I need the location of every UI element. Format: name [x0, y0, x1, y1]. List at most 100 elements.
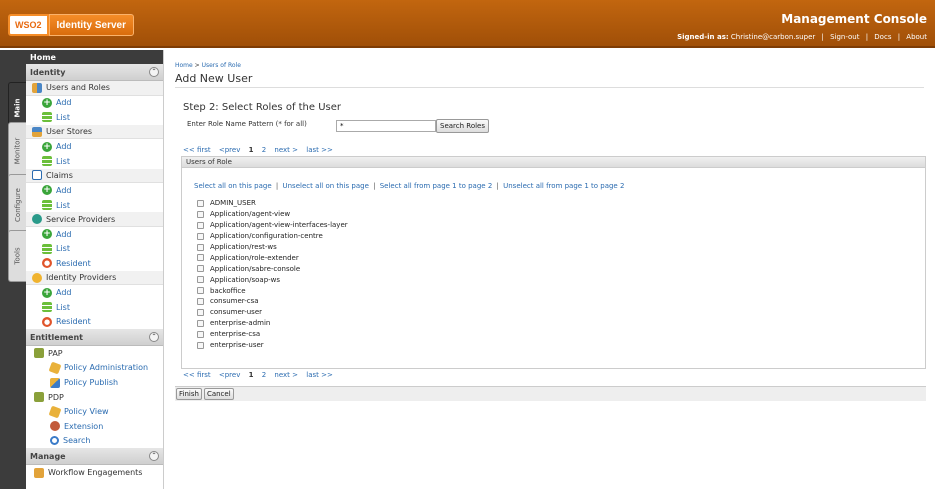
sidebar-item-label: List	[56, 112, 70, 122]
role-item[interactable]: enterprise-user	[197, 340, 348, 351]
role-item[interactable]: consumer-user	[197, 307, 348, 318]
sidebar-item-idp-list[interactable]: List	[26, 300, 163, 315]
role-checkbox[interactable]	[197, 297, 204, 305]
product-logo[interactable]: WSO2 Identity Server	[8, 14, 134, 36]
sidebar-item-claims[interactable]: Claims	[26, 168, 163, 184]
role-item[interactable]: consumer-csa	[197, 296, 348, 307]
pager-page-2-link[interactable]: 2	[262, 146, 266, 154]
add-icon: +	[42, 229, 52, 240]
list-icon	[42, 243, 52, 254]
sidebar-item-claims-add[interactable]: + Add	[26, 183, 163, 198]
role-item[interactable]: backoffice	[197, 285, 348, 296]
role-item[interactable]: Application/rest-ws	[197, 242, 348, 253]
role-name: consumer-user	[210, 308, 263, 317]
role-checkbox[interactable]	[197, 210, 204, 218]
pager-prev-link[interactable]: <prev	[219, 146, 240, 154]
role-checkbox[interactable]	[197, 221, 204, 229]
pager-last-link[interactable]: last >>	[306, 371, 333, 379]
tab-tools[interactable]: Tools	[8, 230, 26, 282]
sidebar-item-sp-list[interactable]: List	[26, 242, 163, 257]
role-name: Application/role-extender	[210, 253, 299, 262]
sidebar-item-idp-resident[interactable]: ● Resident	[26, 315, 163, 330]
tab-monitor[interactable]: Monitor	[8, 122, 26, 180]
section-entitlement[interactable]: Entitlement ⌃	[26, 329, 163, 347]
role-item[interactable]: Application/soap-ws	[197, 274, 348, 285]
sidebar-item-user-stores-add[interactable]: + Add	[26, 139, 163, 154]
breadcrumb-home-link[interactable]: Home	[175, 62, 193, 69]
role-checkbox[interactable]	[197, 330, 204, 338]
role-checkbox[interactable]	[197, 243, 204, 251]
pager-first-link[interactable]: << first	[183, 146, 211, 154]
sidebar-item-policy-administration[interactable]: Policy Administration	[26, 361, 163, 376]
sidebar-item-user-stores[interactable]: User Stores	[26, 124, 163, 140]
select-all-page-link[interactable]: Select all on this page	[194, 182, 272, 190]
sidebar-item-policy-publish[interactable]: Policy Publish	[26, 375, 163, 390]
tab-configure[interactable]: Configure	[8, 174, 26, 236]
role-checkbox[interactable]	[197, 341, 204, 349]
sidebar-item-users-and-roles[interactable]: Users and Roles	[26, 81, 163, 96]
role-name: Application/configuration-centre	[210, 232, 323, 241]
sidebar-item-users-roles-add[interactable]: + Add	[26, 96, 163, 111]
role-item[interactable]: Application/agent-view	[197, 209, 348, 220]
role-checkbox[interactable]	[197, 319, 204, 327]
pdp-icon	[34, 392, 44, 403]
sidebar-item-users-roles-list[interactable]: List	[26, 110, 163, 125]
collapse-icon[interactable]: ⌃	[149, 332, 159, 343]
sidebar-item-identity-providers[interactable]: Identity Providers	[26, 270, 163, 286]
sidebar-item-claims-list[interactable]: List	[26, 198, 163, 213]
role-checkbox[interactable]	[197, 287, 204, 295]
collapse-icon[interactable]: ⌃	[149, 451, 159, 462]
sidebar-item-idp-add[interactable]: + Add	[26, 285, 163, 300]
section-manage[interactable]: Manage ⌃	[26, 448, 163, 466]
unselect-all-range-link[interactable]: Unselect all from page 1 to page 2	[503, 182, 624, 190]
search-roles-button[interactable]: Search Roles	[436, 119, 490, 133]
pager-page-2-link[interactable]: 2	[262, 371, 266, 379]
add-icon: +	[42, 141, 52, 152]
role-checkbox[interactable]	[197, 232, 204, 240]
role-item[interactable]: enterprise-csa	[197, 329, 348, 340]
pager-first-link[interactable]: << first	[183, 371, 211, 379]
docs-link[interactable]: Docs	[874, 33, 891, 41]
role-checkbox[interactable]	[197, 308, 204, 316]
finish-button[interactable]: Finish	[176, 388, 202, 400]
sign-out-link[interactable]: Sign-out	[830, 33, 859, 41]
unselect-all-page-link[interactable]: Unselect all on this page	[282, 182, 368, 190]
role-checkbox[interactable]	[197, 276, 204, 284]
collapse-icon[interactable]: ⌃	[149, 67, 159, 77]
add-icon: +	[42, 287, 52, 298]
role-item[interactable]: ADMIN_USER	[197, 198, 348, 209]
role-checkbox[interactable]	[197, 254, 204, 262]
sidebar-item-pap[interactable]: PAP	[26, 346, 163, 361]
role-item[interactable]: Application/sabre-console	[197, 263, 348, 274]
pager-last-link[interactable]: last >>	[306, 146, 333, 154]
role-checkbox[interactable]	[197, 265, 204, 273]
sidebar-item-extension[interactable]: Extension	[26, 419, 163, 434]
sidebar-item-user-stores-list[interactable]: List	[26, 154, 163, 169]
pager-next-link[interactable]: next >	[274, 146, 298, 154]
pager-next-link[interactable]: next >	[274, 371, 298, 379]
role-item[interactable]: enterprise-admin	[197, 318, 348, 329]
role-item[interactable]: Application/agent-view-interfaces-layer	[197, 220, 348, 231]
about-link[interactable]: About	[906, 33, 927, 41]
select-all-range-link[interactable]: Select all from page 1 to page 2	[380, 182, 493, 190]
sidebar-item-pdp[interactable]: PDP	[26, 390, 163, 405]
cancel-button[interactable]: Cancel	[203, 388, 234, 400]
tab-monitor-label: Monitor	[13, 137, 22, 165]
role-item[interactable]: Application/configuration-centre	[197, 231, 348, 242]
role-item[interactable]: Application/role-extender	[197, 252, 348, 263]
sidebar-home[interactable]: Home	[26, 50, 163, 64]
sidebar-item-policy-view[interactable]: Policy View	[26, 404, 163, 419]
pager-prev-link[interactable]: <prev	[219, 371, 240, 379]
breadcrumb-current[interactable]: Users of Role	[202, 62, 241, 69]
list-icon	[42, 156, 52, 167]
sidebar-item-workflow-engagements[interactable]: Workflow Engagements	[26, 465, 163, 480]
pager-top: << first <prev 1 2 next > last >>	[183, 146, 339, 154]
role-checkbox[interactable]	[197, 199, 204, 207]
sidebar-item-sp-resident[interactable]: ● Resident	[26, 256, 163, 271]
section-identity[interactable]: Identity ⌃	[26, 64, 163, 81]
sidebar-item-search[interactable]: Search	[26, 434, 163, 449]
role-name: enterprise-admin	[210, 319, 271, 328]
sidebar-item-sp-add[interactable]: + Add	[26, 227, 163, 242]
role-pattern-input[interactable]	[336, 120, 436, 132]
sidebar-item-service-providers[interactable]: Service Providers	[26, 212, 163, 227]
